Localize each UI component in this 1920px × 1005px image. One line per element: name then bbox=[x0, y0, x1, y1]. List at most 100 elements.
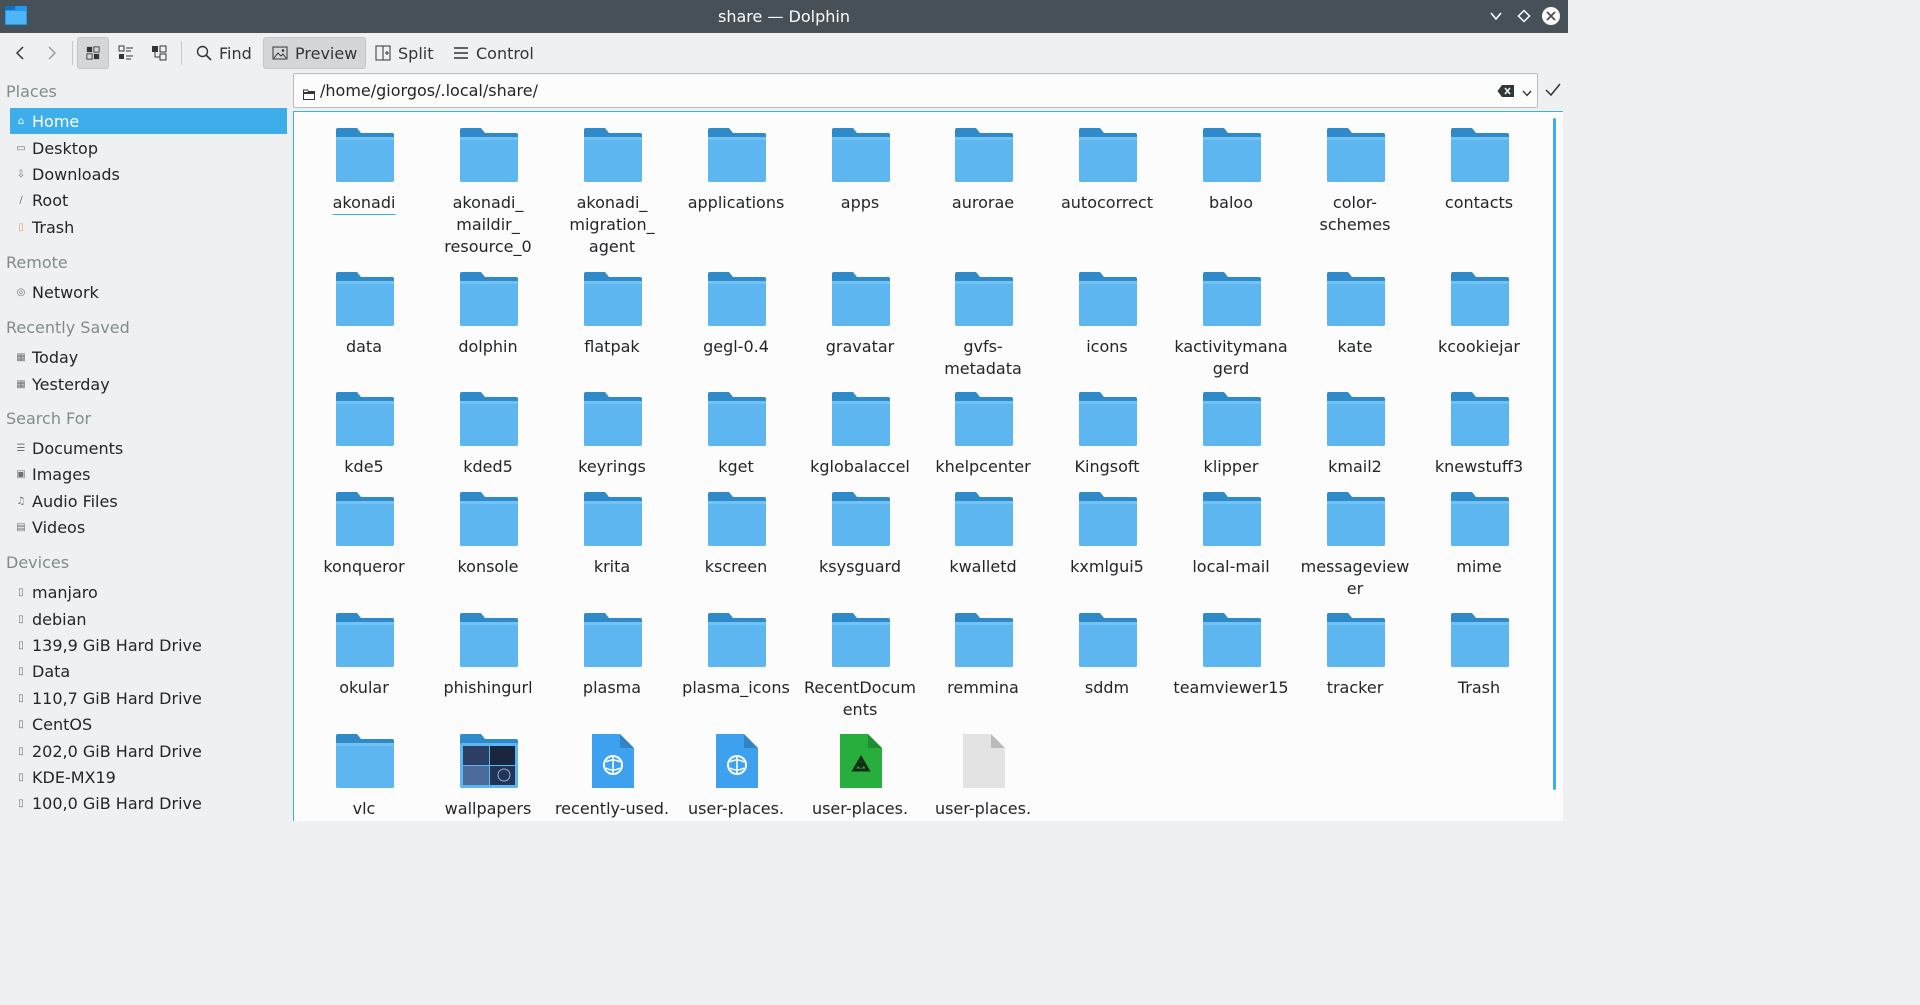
folder-icon bbox=[584, 272, 642, 326]
find-label: Find bbox=[219, 43, 252, 63]
device-hard-drive[interactable]: ▯ 202,0 GiB Hard Drive bbox=[10, 738, 287, 764]
device-manjaro[interactable]: ▯ manjaro bbox=[10, 579, 287, 605]
folder-icon bbox=[460, 392, 518, 446]
location-history-dropdown[interactable] bbox=[1521, 84, 1533, 103]
place-downloads[interactable]: ⇩ Downloads bbox=[10, 161, 287, 187]
place-documents[interactable]: ☰ Documents bbox=[10, 435, 287, 461]
folder-icon bbox=[1203, 492, 1261, 546]
place-audio-files[interactable]: ♫ Audio Files bbox=[10, 488, 287, 514]
folder-icon bbox=[955, 272, 1013, 326]
location-path[interactable]: /home/giorgos/.local/share/ bbox=[320, 81, 538, 100]
close-button[interactable] bbox=[1541, 6, 1561, 26]
file-name-label: RecentDocum ents bbox=[804, 678, 916, 719]
drive-icon: ▯ bbox=[18, 771, 24, 783]
forward-arrow-icon bbox=[48, 46, 57, 60]
device-kde-mx19[interactable]: ▯ KDE-MX19 bbox=[10, 764, 287, 790]
folder-icon bbox=[708, 492, 766, 546]
place-root[interactable]: ∕ Root bbox=[10, 187, 287, 213]
image-icon: ▣ bbox=[16, 468, 26, 480]
chevron-down-icon bbox=[1490, 12, 1502, 21]
place-label: Images bbox=[32, 464, 91, 484]
title-bar: share — Dolphin bbox=[0, 0, 1568, 33]
file-name-label: kded5 bbox=[463, 457, 513, 476]
place-yesterday[interactable]: ▦ Yesterday bbox=[10, 371, 287, 397]
forward-button[interactable] bbox=[36, 37, 68, 69]
file-name-label: vlc bbox=[352, 799, 376, 818]
drive-icon: ▯ bbox=[18, 692, 24, 704]
minimize-button[interactable] bbox=[1486, 6, 1506, 26]
details-view-icon bbox=[152, 45, 167, 61]
clear-location-button[interactable] bbox=[1497, 83, 1515, 102]
details-view-button[interactable] bbox=[143, 37, 175, 69]
device-hard-drive[interactable]: ▯ 139,9 GiB Hard Drive bbox=[10, 632, 287, 658]
vertical-scrollbar[interactable] bbox=[1553, 118, 1556, 790]
place-label: 202,0 GiB Hard Drive bbox=[32, 741, 202, 761]
folder-icon bbox=[955, 128, 1013, 182]
file-name-label: khelpcenter bbox=[935, 457, 1031, 476]
music-note-icon: ♫ bbox=[16, 495, 26, 507]
main-toolbar: Find Preview Split Control bbox=[0, 33, 1568, 73]
back-arrow-icon bbox=[15, 46, 24, 60]
file-icon bbox=[708, 734, 766, 788]
drive-icon: ▯ bbox=[18, 639, 24, 651]
location-bar[interactable]: /home/giorgos/.local/share/ bbox=[293, 73, 1538, 108]
places-heading: Places bbox=[6, 82, 57, 101]
file-name-label: plasma_icons bbox=[682, 678, 790, 697]
file-name-label: dolphin bbox=[458, 337, 518, 356]
place-label: CentOS bbox=[32, 714, 93, 734]
file-name-label: user-places. bbox=[687, 799, 785, 818]
icons-view-button[interactable] bbox=[77, 37, 109, 69]
folder-icon bbox=[1079, 392, 1137, 446]
folder-icon bbox=[1079, 613, 1137, 667]
place-network[interactable]: ◎ Network bbox=[10, 279, 287, 305]
file-name-label: kactivitymana gerd bbox=[1174, 337, 1288, 378]
file-name-label: sddm bbox=[1084, 678, 1130, 697]
confirm-location-button[interactable] bbox=[1544, 81, 1562, 103]
place-home[interactable]: ⌂ Home bbox=[10, 108, 287, 134]
device-hard-drive[interactable]: ▯ 100,0 GiB Hard Drive bbox=[10, 790, 287, 816]
split-view-icon bbox=[375, 45, 391, 61]
place-desktop[interactable]: ▭ Desktop bbox=[10, 135, 287, 161]
place-videos[interactable]: ▤ Videos bbox=[10, 514, 287, 540]
file-name-label: konqueror bbox=[323, 557, 405, 576]
folder-icon bbox=[1203, 272, 1261, 326]
file-name-label: kglobalaccel bbox=[810, 457, 910, 476]
remote-heading: Remote bbox=[6, 253, 68, 272]
image-preview-icon bbox=[272, 46, 288, 60]
place-trash[interactable]: ▯ Trash bbox=[10, 214, 287, 240]
window-title: share — Dolphin bbox=[718, 7, 850, 26]
folder-icon bbox=[832, 613, 890, 667]
device-centos[interactable]: ▯ CentOS bbox=[10, 711, 287, 737]
place-label: manjaro bbox=[32, 582, 98, 602]
folder-icon bbox=[584, 128, 642, 182]
place-images[interactable]: ▣ Images bbox=[10, 461, 287, 487]
document-icon: ☰ bbox=[16, 442, 26, 454]
file-name-label: remmina bbox=[947, 678, 1019, 697]
file-name-label: color- schemes bbox=[1319, 193, 1391, 234]
file-name-label: icons bbox=[1086, 337, 1128, 356]
back-button[interactable] bbox=[4, 37, 36, 69]
file-name-label: kate bbox=[1337, 337, 1373, 356]
folder-icon bbox=[336, 492, 394, 546]
maximize-button[interactable] bbox=[1514, 6, 1534, 26]
file-view[interactable]: akonadi akonadi_ maildir_ resource_0 akona… bbox=[293, 111, 1563, 821]
file-name-label: kxmlgui5 bbox=[1070, 557, 1144, 576]
device-hard-drive[interactable]: ▯ 110,7 GiB Hard Drive bbox=[10, 685, 287, 711]
file-name-label: knewstuff3 bbox=[1434, 457, 1524, 476]
file-name-label: gravatar bbox=[825, 337, 895, 356]
folder-icon bbox=[460, 613, 518, 667]
place-label: Videos bbox=[32, 517, 86, 537]
device-data[interactable]: ▯ Data bbox=[10, 658, 287, 684]
preview-button[interactable]: Preview bbox=[263, 37, 367, 69]
control-menu-button[interactable]: Control bbox=[445, 37, 542, 69]
find-button[interactable]: Find bbox=[188, 37, 260, 69]
file-name-label: kwalletd bbox=[949, 557, 1017, 576]
compact-view-button[interactable] bbox=[110, 37, 142, 69]
place-today[interactable]: ▦ Today bbox=[10, 344, 287, 370]
file-name-label: klipper bbox=[1203, 457, 1259, 476]
split-button[interactable]: Split bbox=[367, 37, 441, 69]
folder-icon bbox=[955, 392, 1013, 446]
place-label: Yesterday bbox=[32, 374, 110, 394]
device-debian[interactable]: ▯ debian bbox=[10, 606, 287, 632]
file-name-label: akonadi_ migration_ agent bbox=[569, 193, 655, 256]
